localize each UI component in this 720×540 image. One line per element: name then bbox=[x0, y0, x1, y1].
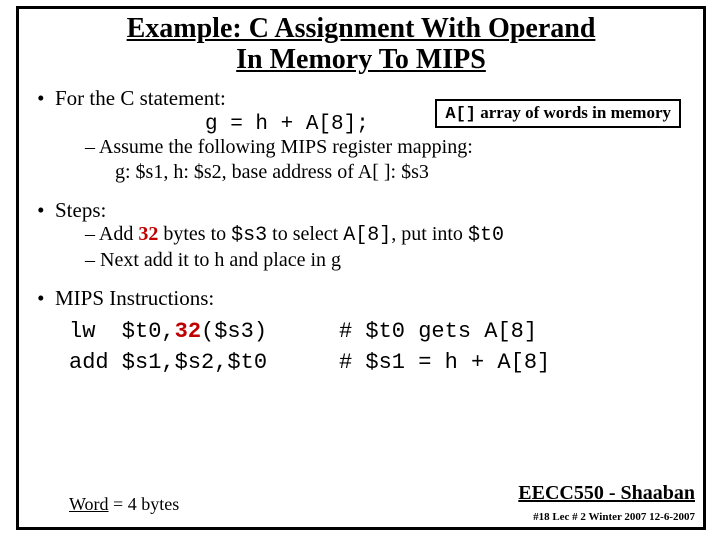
title-line-2: In Memory To MIPS bbox=[236, 44, 486, 75]
array-note-badge: A[] array of words in memory bbox=[435, 99, 681, 128]
bullet-steps: Steps: Add 32 bytes to $s3 to select A[8… bbox=[55, 198, 689, 272]
title-line-1: Example: C Assignment With Operand bbox=[127, 13, 596, 44]
instr-2-comment: # $s1 = h + A[8] bbox=[339, 348, 550, 379]
steps-label: Steps: bbox=[55, 198, 106, 222]
instr-1-left: lw $t0,32($s3) bbox=[69, 317, 339, 348]
bullet-mips: MIPS Instructions: bbox=[55, 286, 689, 311]
bullet-c-statement-text: For the C statement: bbox=[55, 86, 226, 110]
step-1: Add 32 bytes to $s3 to select A[8], put … bbox=[85, 223, 689, 247]
slide-frame: Example: C Assignment With Operand In Me… bbox=[16, 6, 706, 530]
instr-row-2: add $s1,$s2,$t0 # $s1 = h + A[8] bbox=[69, 348, 689, 379]
lecture-footer: #18 Lec # 2 Winter 2007 12-6-2007 bbox=[533, 511, 695, 523]
instr-1-comment: # $t0 gets A[8] bbox=[339, 317, 537, 348]
step-2: Next add it to h and place in g bbox=[85, 249, 689, 272]
mips-instructions: lw $t0,32($s3) # $t0 gets A[8] add $s1,$… bbox=[69, 317, 689, 379]
word-underline: Word bbox=[69, 494, 109, 514]
instr-2-left: add $s1,$s2,$t0 bbox=[69, 348, 339, 379]
offset-32: 32 bbox=[138, 223, 158, 245]
instr-row-1: lw $t0,32($s3) # $t0 gets A[8] bbox=[69, 317, 689, 348]
register-mapping: g: $s1, h: $s2, base address of A[ ]: $s… bbox=[115, 161, 689, 184]
badge-text: array of words in memory bbox=[476, 103, 671, 122]
badge-code: A[] bbox=[445, 105, 476, 124]
slide-title: Example: C Assignment With Operand In Me… bbox=[33, 13, 689, 76]
word-size-note: Word = 4 bytes bbox=[69, 494, 179, 515]
assume-line: Assume the following MIPS register mappi… bbox=[85, 136, 689, 159]
content: For the C statement: g = h + A[8]; Assum… bbox=[33, 86, 689, 379]
course-footer: EECC550 - Shaaban bbox=[518, 482, 695, 505]
